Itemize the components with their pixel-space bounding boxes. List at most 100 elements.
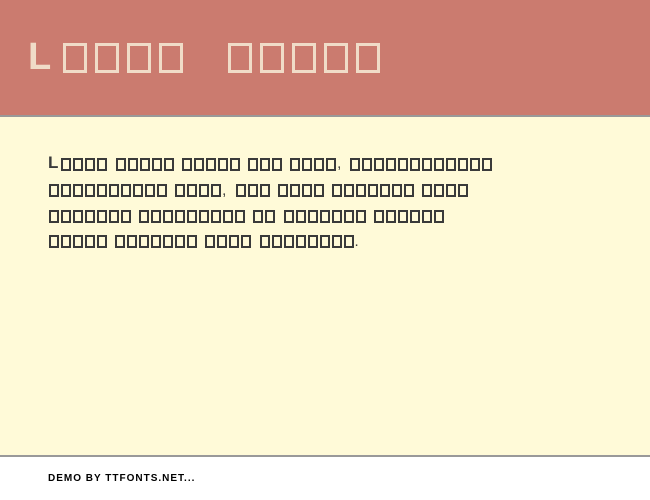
punctuation: . xyxy=(355,233,361,250)
text-box xyxy=(302,184,312,197)
text-box xyxy=(175,235,185,248)
text-box xyxy=(344,235,354,248)
text-box xyxy=(152,158,162,171)
text-box xyxy=(85,158,95,171)
text-box xyxy=(458,184,468,197)
text-box xyxy=(290,184,300,197)
text-box xyxy=(151,210,161,223)
text-box xyxy=(356,184,366,197)
text-box xyxy=(85,235,95,248)
text-box xyxy=(332,210,342,223)
text-box xyxy=(398,158,408,171)
text-box xyxy=(230,158,240,171)
text-box xyxy=(470,158,480,171)
body-text: L , , . xyxy=(48,149,602,254)
title-letter: L xyxy=(28,36,57,79)
text-box xyxy=(386,158,396,171)
text-box xyxy=(61,210,71,223)
text-box xyxy=(73,184,83,197)
title-box xyxy=(228,43,252,73)
text-box xyxy=(211,210,221,223)
text-box xyxy=(446,184,456,197)
text-box xyxy=(97,210,107,223)
text-box xyxy=(163,210,173,223)
text-box xyxy=(362,158,372,171)
text-box xyxy=(218,158,228,171)
text-box xyxy=(139,235,149,248)
text-box xyxy=(241,235,251,248)
title-box xyxy=(159,43,183,73)
text-box xyxy=(217,235,227,248)
text-box xyxy=(404,184,414,197)
text-box xyxy=(175,210,185,223)
text-box xyxy=(398,210,408,223)
text-box xyxy=(248,184,258,197)
text-box xyxy=(260,184,270,197)
text-box xyxy=(253,210,263,223)
text-box xyxy=(211,184,221,197)
text-box xyxy=(199,210,209,223)
text-box xyxy=(260,235,270,248)
text-box xyxy=(85,184,95,197)
text-box xyxy=(344,210,354,223)
punctuation: , xyxy=(222,182,228,199)
text-box xyxy=(332,184,342,197)
text-box xyxy=(164,158,174,171)
text-box xyxy=(260,158,270,171)
text-box xyxy=(115,235,125,248)
text-box xyxy=(248,158,258,171)
page-title: L xyxy=(28,36,382,79)
text-box xyxy=(284,210,294,223)
footer-text: DEMO BY TTFONTS.NET... xyxy=(48,473,195,484)
text-box xyxy=(265,210,275,223)
title-box xyxy=(260,43,284,73)
text-box xyxy=(434,158,444,171)
text-box xyxy=(187,235,197,248)
header: L xyxy=(0,0,650,117)
text-box xyxy=(121,184,131,197)
text-box xyxy=(199,184,209,197)
text-box xyxy=(49,235,59,248)
punctuation: , xyxy=(337,155,343,172)
text-box xyxy=(140,158,150,171)
title-box xyxy=(63,43,87,73)
text-box xyxy=(61,235,71,248)
text-box xyxy=(410,210,420,223)
text-box xyxy=(320,235,330,248)
title-box xyxy=(292,43,316,73)
text-box xyxy=(434,210,444,223)
text-box xyxy=(446,158,456,171)
text-box xyxy=(308,210,318,223)
text-box xyxy=(326,158,336,171)
text-box xyxy=(121,210,131,223)
text-box xyxy=(109,184,119,197)
text-box xyxy=(97,235,107,248)
text-box xyxy=(97,184,107,197)
text-box xyxy=(128,158,138,171)
text-box xyxy=(458,158,468,171)
text-box xyxy=(374,158,384,171)
text-box xyxy=(422,184,432,197)
text-box xyxy=(49,210,59,223)
text-box xyxy=(422,158,432,171)
body-first-letter: L xyxy=(48,153,60,172)
text-box xyxy=(296,210,306,223)
text-box xyxy=(133,184,143,197)
text-box xyxy=(272,158,282,171)
text-box xyxy=(392,184,402,197)
text-box xyxy=(308,235,318,248)
text-box xyxy=(97,158,107,171)
text-box xyxy=(320,210,330,223)
text-box xyxy=(284,235,294,248)
text-box xyxy=(410,158,420,171)
text-box xyxy=(109,210,119,223)
title-box xyxy=(324,43,348,73)
text-box xyxy=(145,184,155,197)
text-box xyxy=(290,158,300,171)
text-box xyxy=(73,210,83,223)
text-box xyxy=(482,158,492,171)
text-box xyxy=(151,235,161,248)
text-box xyxy=(194,158,204,171)
text-box xyxy=(163,235,173,248)
text-box xyxy=(235,210,245,223)
